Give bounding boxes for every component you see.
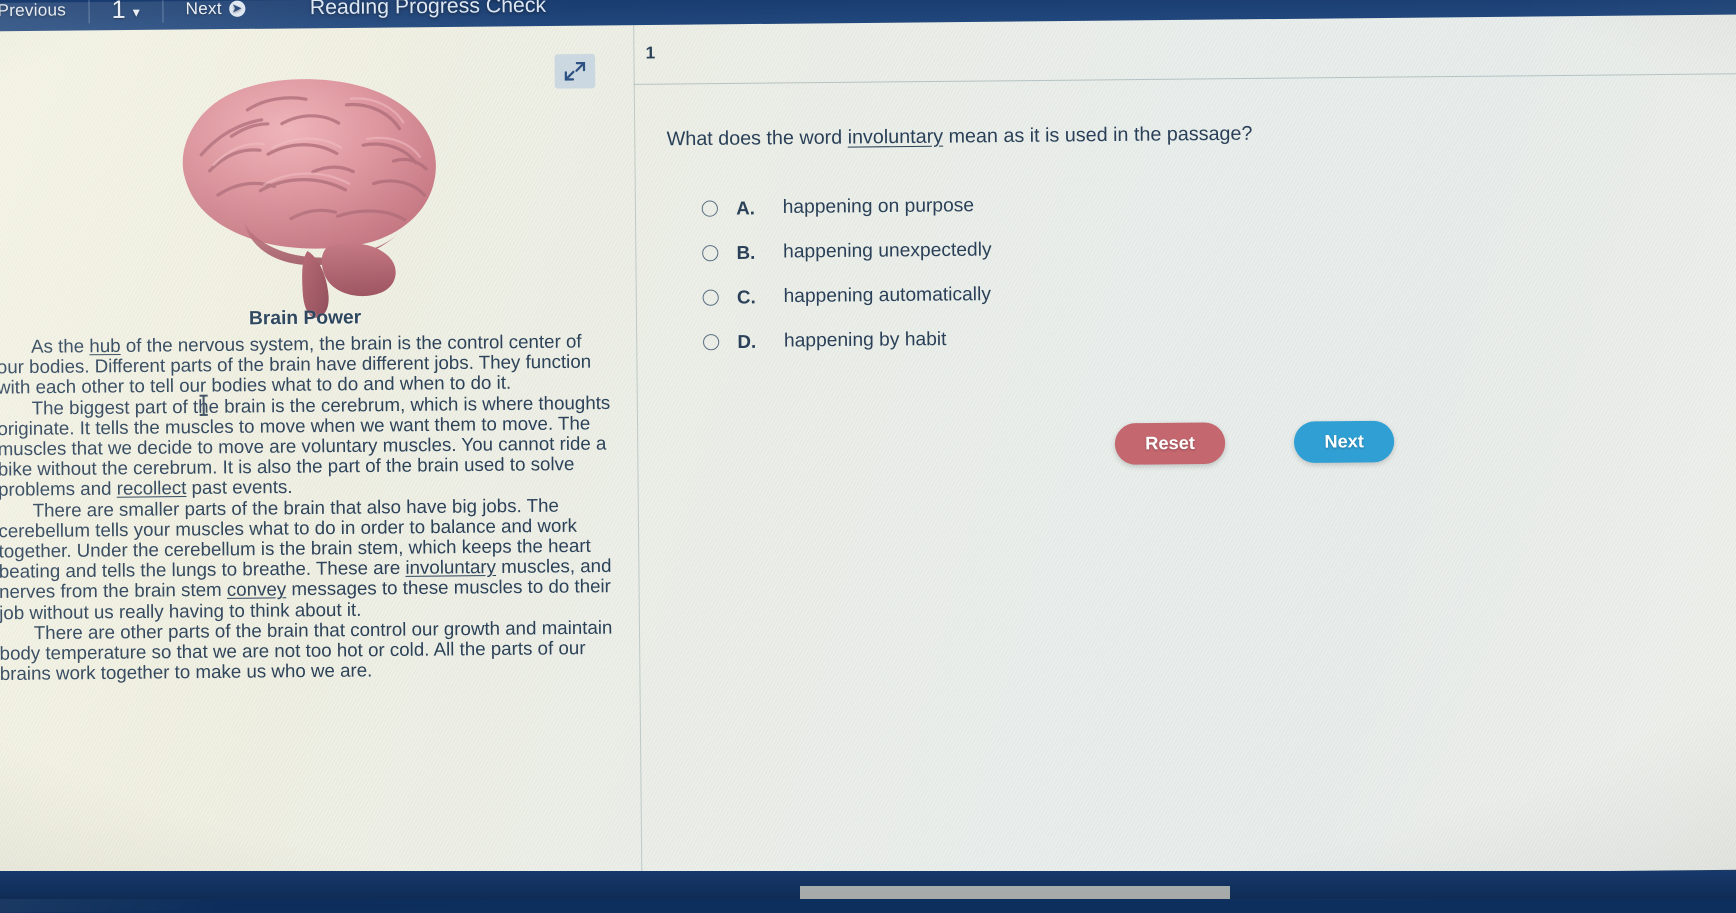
question-header-rule (633, 73, 1736, 85)
radio-button-d[interactable] (702, 334, 720, 351)
radio-button-a[interactable] (701, 200, 719, 217)
human-brain-illustration (138, 47, 475, 323)
question-prompt-keyword: involuntary (847, 125, 944, 149)
bottom-bar (0, 871, 1736, 899)
previous-label: Previous (0, 0, 67, 21)
underlined-word-involuntary: involuntary (405, 556, 497, 579)
choice-letter-c: C. (736, 286, 756, 308)
passage-pane: Brain Power As the hub of the nervous sy… (0, 25, 641, 886)
page-number-value: 1 (111, 0, 126, 24)
passage-paragraph-2: The biggest part of the brain is the cer… (0, 391, 611, 501)
answer-choice-d[interactable]: D. happening by habit (702, 311, 1614, 364)
passage-paragraph-4: There are other parts of the brain that … (0, 616, 613, 685)
text-cursor-icon (202, 395, 205, 415)
page-number-dropdown[interactable]: 1 ▾ (89, 0, 162, 30)
reset-button[interactable]: Reset (1114, 422, 1226, 465)
previous-button[interactable]: Previous (0, 0, 88, 31)
question-prompt-before: What does the word (666, 126, 848, 151)
passage-paragraph-3: There are smaller parts of the brain tha… (0, 494, 612, 623)
refresh-arrow-icon: ➤ (228, 0, 246, 17)
passage-title: Brain Power (248, 307, 362, 330)
choice-text-d: happening by habit (783, 328, 947, 352)
question-prompt: What does the word involuntary mean as i… (667, 116, 1679, 152)
underlined-word-recollect: recollect (116, 477, 187, 500)
question-pane: 1 What does the word involuntary mean as… (633, 15, 1736, 881)
choice-text-a: happening on purpose (782, 194, 975, 219)
question-number: 1 (645, 43, 656, 63)
content-area: Brain Power As the hub of the nervous sy… (0, 14, 1736, 887)
choice-text-b: happening unexpectedly (783, 239, 992, 263)
next-button[interactable]: Next (1293, 420, 1395, 464)
next-nav-label: Next (185, 0, 222, 19)
action-button-row: Reset Next (1114, 420, 1395, 465)
choice-letter-b: B. (736, 241, 756, 264)
bottom-bar-strip (800, 886, 1230, 899)
underlined-word-hub: hub (89, 334, 121, 357)
expand-arrows-icon[interactable] (554, 53, 596, 89)
radio-button-b[interactable] (702, 244, 719, 262)
chevron-down-icon: ▾ (132, 3, 141, 20)
choice-letter-d: D. (737, 330, 757, 353)
choice-letter-a: A. (736, 197, 755, 219)
passage-text: As the hub of the nervous system, the br… (0, 330, 613, 685)
next-nav-button[interactable]: Next ➤ (163, 0, 267, 30)
choice-text-c: happening automatically (783, 283, 992, 308)
answer-choice-list: A. happening on purpose B. happening une… (701, 178, 1614, 365)
radio-button-c[interactable] (702, 289, 719, 306)
passage-paragraph-1: As the hub of the nervous system, the br… (0, 330, 592, 399)
question-prompt-after: mean as it is used in the passage? (942, 122, 1253, 148)
page-title: Reading Progress Check (309, 0, 547, 20)
underlined-word-convey: convey (226, 578, 287, 601)
